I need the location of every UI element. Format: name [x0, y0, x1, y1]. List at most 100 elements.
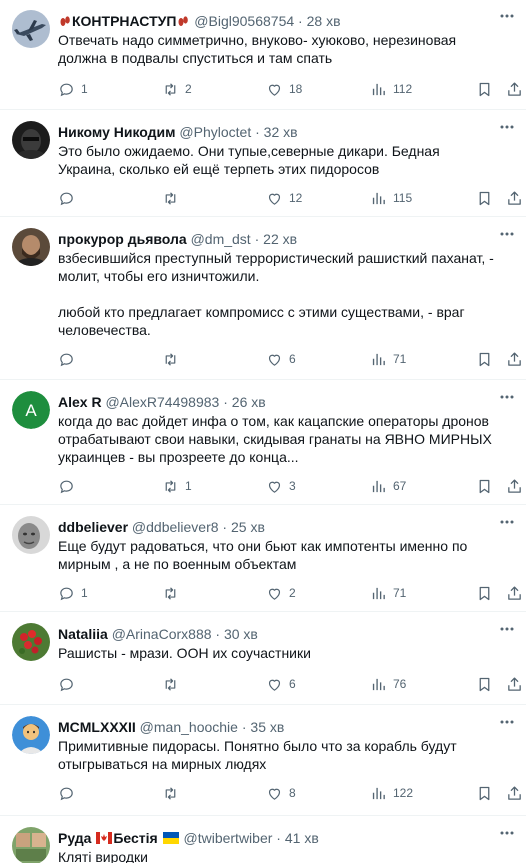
- views-button[interactable]: 71: [370, 349, 406, 369]
- avatar[interactable]: [12, 716, 50, 754]
- avatar[interactable]: A: [12, 391, 50, 429]
- views-button[interactable]: 112: [370, 79, 412, 99]
- tweet[interactable]: КОНТРНАСТУП @Bigl90568754 · 28 хв Отвеча…: [0, 0, 526, 110]
- avatar[interactable]: [12, 10, 50, 48]
- display-name[interactable]: Alex R: [58, 394, 102, 410]
- timestamp[interactable]: 41 хв: [285, 830, 319, 846]
- reply-button[interactable]: [58, 188, 81, 208]
- tweet[interactable]: Руда Бестія @twibertwiber · 41 хв Кляті …: [0, 817, 526, 863]
- timestamp[interactable]: 26 хв: [232, 394, 266, 410]
- views-chart-icon: [372, 787, 385, 799]
- timestamp[interactable]: 22 хв: [263, 231, 297, 247]
- timestamp[interactable]: 25 хв: [231, 519, 265, 535]
- share-button[interactable]: [506, 476, 523, 496]
- more-icon: [500, 14, 514, 18]
- tweet-text: когда до вас дойдет инфа о том, как каца…: [58, 412, 498, 466]
- user-handle[interactable]: @ArinaCorx888: [112, 626, 212, 642]
- avatar[interactable]: [12, 623, 50, 661]
- share-button[interactable]: [506, 188, 523, 208]
- avatar[interactable]: [12, 121, 50, 159]
- more-options-button[interactable]: [496, 514, 518, 534]
- share-button[interactable]: [506, 79, 523, 99]
- retweet-button[interactable]: [162, 349, 185, 369]
- views-button[interactable]: 71: [370, 583, 406, 603]
- user-handle[interactable]: @Phyloctet: [179, 124, 251, 140]
- bookmark-button[interactable]: [476, 349, 493, 369]
- display-name[interactable]: прокурор дьявола: [58, 231, 187, 247]
- tweet[interactable]: Nataliia @ArinaCorx888 · 30 хв Рашисты -…: [0, 613, 526, 705]
- user-handle[interactable]: @dm_dst: [191, 231, 251, 247]
- share-button[interactable]: [506, 349, 523, 369]
- reply-button[interactable]: [58, 674, 81, 694]
- views-button[interactable]: 67: [370, 476, 406, 496]
- share-button[interactable]: [506, 583, 523, 603]
- more-options-button[interactable]: [496, 226, 518, 246]
- more-options-button[interactable]: [496, 119, 518, 139]
- tweet-text: Это было ожидаемо. Они тупые,северные ди…: [58, 142, 498, 178]
- user-handle[interactable]: @twibertwiber: [184, 830, 273, 846]
- timestamp[interactable]: 30 хв: [224, 626, 258, 642]
- bookmark-button[interactable]: [476, 188, 493, 208]
- retweet-button[interactable]: [162, 583, 185, 603]
- tweet[interactable]: MCMLXXXII @man_hoochie · 35 хв Примитивн…: [0, 706, 526, 816]
- avatar[interactable]: [12, 228, 50, 266]
- more-icon: [500, 627, 514, 631]
- retweet-button[interactable]: 2: [162, 79, 192, 99]
- reply-button[interactable]: 1: [58, 583, 88, 603]
- display-name[interactable]: ddbeliever: [58, 519, 128, 535]
- tweet[interactable]: ddbeliever @ddbeliever8 · 25 хв Еще буду…: [0, 506, 526, 612]
- views-button[interactable]: 76: [370, 674, 406, 694]
- reply-button[interactable]: [58, 349, 81, 369]
- retweet-button[interactable]: [162, 674, 185, 694]
- user-handle[interactable]: @ddbeliever8: [132, 519, 219, 535]
- views-button[interactable]: 115: [370, 188, 412, 208]
- share-button[interactable]: [506, 783, 523, 803]
- display-name[interactable]: MCMLXXXII: [58, 719, 136, 735]
- more-options-button[interactable]: [496, 621, 518, 641]
- bookmark-button[interactable]: [476, 476, 493, 496]
- like-button[interactable]: 8: [266, 783, 296, 803]
- display-name[interactable]: Никому Никодим: [58, 124, 176, 140]
- reply-button[interactable]: [58, 476, 81, 496]
- views-button[interactable]: 122: [370, 783, 413, 803]
- like-button[interactable]: 2: [266, 583, 296, 603]
- like-count: 2: [289, 586, 296, 600]
- user-handle[interactable]: @man_hoochie: [140, 719, 238, 735]
- user-handle[interactable]: @AlexR74498983: [105, 394, 219, 410]
- avatar[interactable]: [12, 827, 50, 863]
- like-button[interactable]: 3: [266, 476, 296, 496]
- reply-button[interactable]: [58, 783, 81, 803]
- display-name[interactable]: Руда: [58, 830, 91, 846]
- bookmark-button[interactable]: [476, 583, 493, 603]
- view-count: 115: [393, 191, 413, 205]
- display-name[interactable]: КОНТРНАСТУП: [72, 13, 176, 29]
- like-button[interactable]: 6: [266, 674, 296, 694]
- avatar[interactable]: [12, 516, 50, 554]
- display-name-part[interactable]: Бестія: [113, 830, 157, 846]
- user-handle[interactable]: @Bigl90568754: [194, 13, 294, 29]
- like-button[interactable]: 18: [266, 79, 302, 99]
- timestamp[interactable]: 35 хв: [250, 719, 284, 735]
- reply-button[interactable]: 1: [58, 79, 88, 99]
- timestamp[interactable]: 28 хв: [307, 13, 341, 29]
- like-button[interactable]: 6: [266, 349, 296, 369]
- like-button[interactable]: 12: [266, 188, 302, 208]
- more-options-button[interactable]: [496, 714, 518, 734]
- share-button[interactable]: [506, 674, 523, 694]
- more-options-button[interactable]: [496, 389, 518, 409]
- heart-icon: [268, 788, 281, 800]
- retweet-icon: [165, 82, 176, 96]
- more-options-button[interactable]: [496, 825, 518, 845]
- display-name[interactable]: Nataliia: [58, 626, 108, 642]
- bookmark-button[interactable]: [476, 79, 493, 99]
- timestamp[interactable]: 32 хв: [264, 124, 298, 140]
- retweet-button[interactable]: 1: [162, 476, 192, 496]
- tweet[interactable]: Никому Никодим @Phyloctet · 32 хв Это бы…: [0, 111, 526, 217]
- tweet[interactable]: A Alex R @AlexR74498983 · 26 хв когда до…: [0, 381, 526, 505]
- bookmark-button[interactable]: [476, 674, 493, 694]
- more-options-button[interactable]: [496, 8, 518, 28]
- tweet[interactable]: прокурор дьявола @dm_dst · 22 хв взбесив…: [0, 218, 526, 380]
- retweet-button[interactable]: [162, 188, 185, 208]
- bookmark-button[interactable]: [476, 783, 493, 803]
- retweet-button[interactable]: [162, 783, 185, 803]
